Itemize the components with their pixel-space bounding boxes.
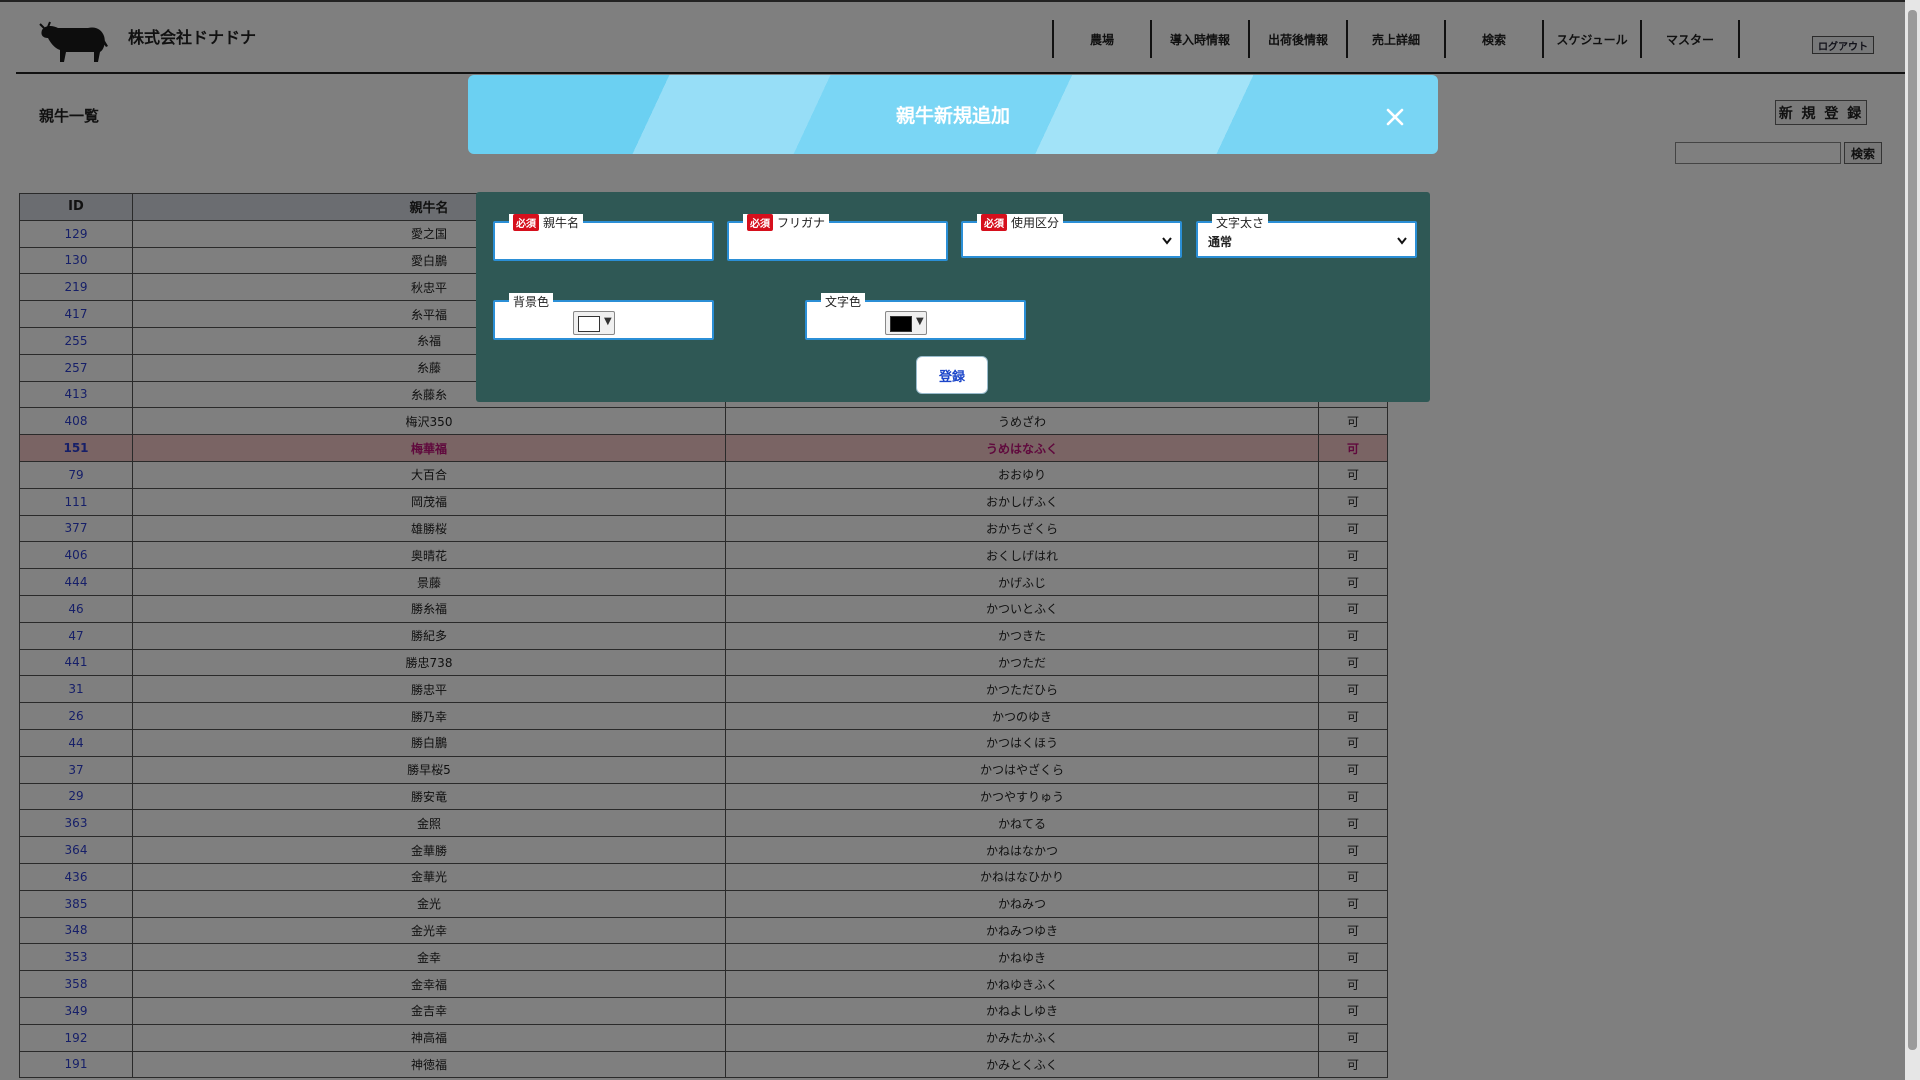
font-weight-label: 文字太さ	[1212, 214, 1269, 231]
background-color-label-text: 背景色	[513, 295, 550, 309]
caret-down-icon: ▼	[604, 316, 612, 327]
background-color-swatch	[578, 316, 600, 332]
modal-header: 親牛新規追加	[468, 75, 1438, 154]
background-color-label: 背景色	[509, 293, 554, 310]
background-color-field: 背景色 ▼	[493, 293, 714, 340]
cattle-name-field[interactable]: 必須 親牛名	[493, 214, 714, 261]
font-weight-label-text: 文字太さ	[1216, 216, 1265, 230]
background-color-picker[interactable]: ▼	[573, 311, 615, 335]
required-badge: 必須	[747, 214, 773, 231]
furigana-label: 必須 フリガナ	[743, 214, 830, 231]
cattle-name-label-text: 親牛名	[543, 216, 580, 230]
required-badge: 必須	[981, 214, 1007, 231]
usage-label: 必須 使用区分	[977, 214, 1064, 231]
furigana-label-text: フリガナ	[777, 216, 826, 230]
usage-select[interactable]: 必須 使用区分	[961, 214, 1182, 258]
close-icon[interactable]	[1380, 102, 1410, 132]
caret-down-icon: ▼	[916, 316, 924, 327]
font-weight-select[interactable]: 文字太さ 通常	[1196, 214, 1417, 258]
font-weight-selected-value: 通常	[1208, 235, 1233, 249]
required-badge: 必須	[513, 214, 539, 231]
text-color-picker[interactable]: ▼	[885, 311, 927, 335]
chevron-down-icon	[1162, 237, 1172, 245]
scrollbar-thumb[interactable]	[1908, 10, 1917, 1050]
cattle-name-label: 必須 親牛名	[509, 214, 584, 231]
text-color-field: 文字色 ▼	[805, 293, 1026, 340]
text-color-swatch	[890, 316, 912, 332]
register-button[interactable]: 登録	[916, 356, 988, 394]
chevron-down-icon	[1397, 237, 1407, 245]
modal-backdrop[interactable]	[0, 0, 1905, 1080]
usage-label-text: 使用区分	[1011, 216, 1060, 230]
modal-title: 親牛新規追加	[895, 105, 1010, 127]
furigana-field[interactable]: 必須 フリガナ	[727, 214, 948, 261]
text-color-label: 文字色	[821, 293, 866, 310]
text-color-label-text: 文字色	[825, 295, 862, 309]
